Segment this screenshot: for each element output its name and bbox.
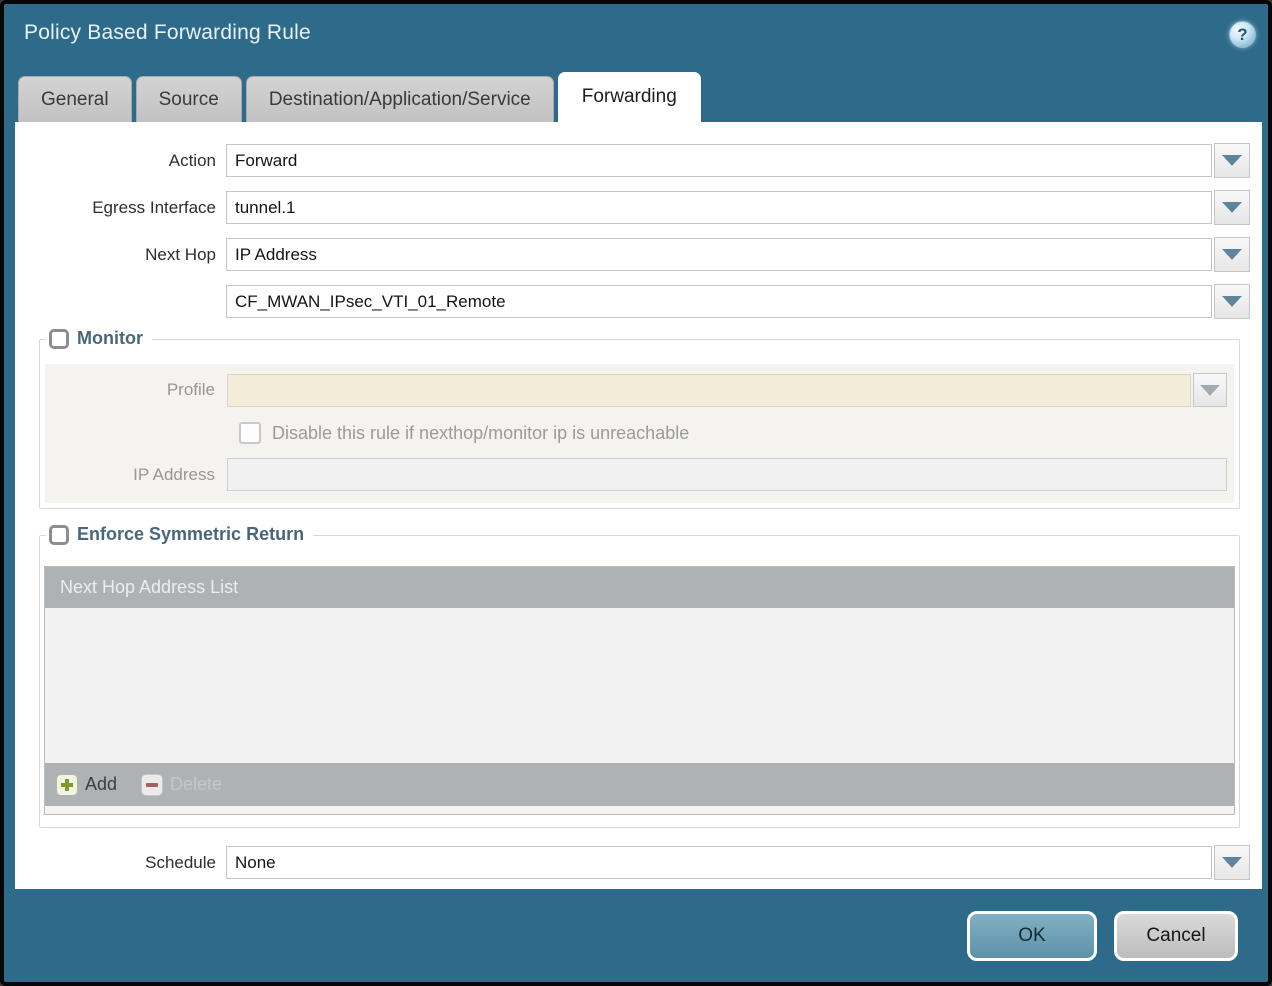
chevron-down-icon (1222, 249, 1242, 260)
dialog-footer: OK Cancel (967, 911, 1238, 961)
monitor-fieldset: Monitor Profile Disable this rule if nex… (39, 339, 1240, 509)
next-hop-address-list-header: Next Hop Address List (45, 567, 1234, 608)
next-hop-row: Next Hop (15, 237, 1250, 272)
enforce-symmetric-return-checkbox[interactable] (49, 525, 69, 545)
profile-row: Profile (45, 373, 1227, 407)
monitor-body: Profile Disable this rule if nexthop/mon… (45, 364, 1234, 503)
disable-rule-row: Disable this rule if nexthop/monitor ip … (239, 422, 1227, 444)
action-dropdown-button[interactable] (1214, 143, 1250, 178)
next-hop-type-dropdown-button[interactable] (1214, 237, 1250, 272)
delete-button-label: Delete (170, 774, 222, 795)
egress-interface-row: Egress Interface (15, 190, 1250, 225)
next-hop-address-dropdown-button[interactable] (1214, 284, 1250, 319)
tab-source[interactable]: Source (136, 76, 242, 122)
action-row: Action (15, 143, 1250, 178)
next-hop-address-list-body[interactable] (45, 608, 1234, 763)
plus-icon (56, 774, 78, 796)
tab-forwarding[interactable]: Forwarding (558, 72, 701, 122)
monitor-legend: Monitor (46, 328, 152, 349)
dialog-titlebar: Policy Based Forwarding Rule ? (4, 4, 1268, 48)
tab-destination-application-service[interactable]: Destination/Application/Service (246, 76, 554, 122)
action-input[interactable] (226, 144, 1212, 177)
next-hop-label: Next Hop (15, 245, 226, 265)
enforce-symmetric-return-fieldset: Enforce Symmetric Return Next Hop Addres… (39, 535, 1240, 828)
enforce-symmetric-return-label: Enforce Symmetric Return (77, 524, 304, 545)
egress-interface-label: Egress Interface (15, 198, 226, 218)
monitor-ip-address-input[interactable] (227, 458, 1227, 491)
next-hop-address-input[interactable] (226, 285, 1212, 318)
profile-label: Profile (45, 380, 227, 400)
schedule-input[interactable] (226, 846, 1212, 879)
chevron-down-icon (1222, 857, 1242, 868)
add-button-label: Add (85, 774, 117, 795)
action-label: Action (15, 151, 226, 171)
tab-bar: General Source Destination/Application/S… (4, 72, 1268, 122)
schedule-row: Schedule (15, 845, 1250, 880)
enforce-symmetric-return-legend: Enforce Symmetric Return (46, 524, 313, 545)
minus-icon (141, 774, 163, 796)
ok-button[interactable]: OK (967, 911, 1097, 961)
chevron-down-icon (1222, 155, 1242, 166)
delete-button[interactable]: Delete (141, 774, 222, 796)
disable-rule-label: Disable this rule if nexthop/monitor ip … (272, 423, 689, 444)
dialog-title: Policy Based Forwarding Rule (24, 21, 311, 45)
help-icon[interactable]: ? (1229, 21, 1256, 48)
schedule-dropdown-button[interactable] (1214, 845, 1250, 880)
schedule-label: Schedule (15, 853, 226, 873)
monitor-ip-address-label: IP Address (45, 465, 227, 485)
add-button[interactable]: Add (56, 774, 117, 796)
next-hop-address-list-footer: Add Delete (45, 763, 1234, 806)
next-hop-address-row (15, 284, 1250, 319)
egress-interface-dropdown-button[interactable] (1214, 190, 1250, 225)
monitor-ip-address-row: IP Address (45, 458, 1227, 491)
profile-input[interactable] (227, 374, 1191, 407)
chevron-down-icon (1200, 385, 1220, 396)
chevron-down-icon (1222, 296, 1242, 307)
next-hop-address-list-table: Next Hop Address List Add Delete (44, 566, 1235, 815)
monitor-checkbox[interactable] (49, 329, 69, 349)
tab-general[interactable]: General (18, 76, 132, 122)
monitor-label: Monitor (77, 328, 143, 349)
cancel-button[interactable]: Cancel (1114, 911, 1238, 961)
pbf-rule-dialog: Policy Based Forwarding Rule ? General S… (0, 0, 1272, 986)
next-hop-type-input[interactable] (226, 238, 1212, 271)
chevron-down-icon (1222, 202, 1242, 213)
tab-content-forwarding: Action Egress Interface Next Hop (15, 122, 1262, 889)
profile-dropdown-button[interactable] (1193, 373, 1227, 407)
table-bottom-strip (45, 806, 1234, 814)
disable-rule-checkbox[interactable] (239, 422, 261, 444)
egress-interface-input[interactable] (226, 191, 1212, 224)
